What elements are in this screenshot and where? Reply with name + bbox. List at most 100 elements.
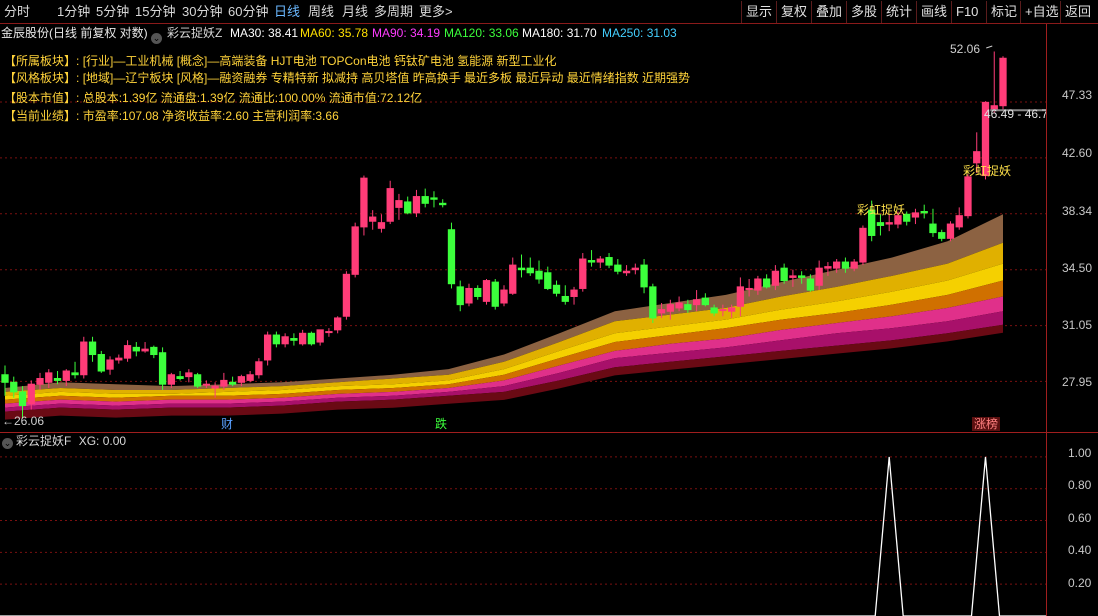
candle: [587, 250, 596, 267]
candle: [509, 257, 517, 295]
tab-fenshi[interactable]: 分时: [4, 0, 30, 24]
candle: [88, 336, 97, 362]
candle-body: [123, 345, 132, 359]
f10-button[interactable]: F10: [951, 1, 982, 23]
candle-body: [850, 261, 858, 269]
candle-body: [631, 267, 639, 271]
overlay-button[interactable]: 叠加: [811, 1, 846, 23]
draw-line-button[interactable]: 画线: [916, 1, 951, 23]
back-button[interactable]: 返回: [1060, 1, 1095, 23]
candle: [439, 199, 447, 208]
tab-monthly[interactable]: 月线: [342, 0, 368, 24]
candle-body: [885, 222, 893, 225]
tab-more[interactable]: 更多: [419, 0, 445, 24]
candle-body: [281, 336, 289, 345]
mark-button[interactable]: 标记: [986, 1, 1021, 23]
statistics-button[interactable]: 统计: [881, 1, 916, 23]
low-price-value: 26.06: [14, 414, 45, 428]
candle: [999, 56, 1007, 111]
candle-body: [237, 376, 246, 383]
candle-body: [780, 267, 788, 282]
candle-body: [474, 287, 482, 297]
candle-body: [325, 331, 333, 334]
candle-body: [71, 372, 79, 376]
candle-body: [211, 385, 219, 389]
tab-15min[interactable]: 15分钟: [135, 0, 175, 24]
candle: [404, 196, 412, 215]
sector-info-line: 【所属板块】: [行业]—工业机械 [概念]—高端装备 HJT电池 TOPCon…: [4, 53, 557, 69]
candle-body: [710, 307, 718, 314]
candle: [176, 371, 184, 381]
event-marker-drop[interactable]: 跌: [435, 417, 447, 431]
candle: [780, 263, 788, 284]
candle-body: [509, 264, 517, 294]
candle-body: [544, 272, 552, 289]
candle: [342, 271, 351, 320]
xg-signal-line: [0, 456, 1046, 616]
low-price-label: ←26.06: [2, 414, 45, 428]
candle-body: [526, 267, 534, 274]
candle-body: [272, 334, 281, 345]
candle: [596, 256, 604, 269]
candle-body: [841, 261, 850, 269]
candle: [97, 350, 105, 373]
ma90-label: MA90: 34.19: [372, 26, 441, 40]
tab-multi-period[interactable]: 多周期: [374, 0, 413, 24]
tab-daily[interactable]: 日线: [274, 0, 300, 24]
ma180-label: MA180: 31.70: [522, 26, 597, 40]
candle-body: [614, 264, 622, 272]
tab-5min[interactable]: 5分钟: [96, 0, 129, 24]
candle: [955, 207, 963, 230]
candle: [334, 316, 342, 334]
candle-body: [45, 372, 53, 383]
candle-body: [482, 280, 491, 302]
performance-key: 【当前业绩】:: [4, 109, 80, 123]
candle-body: [150, 346, 158, 356]
candle-body: [920, 211, 928, 214]
tab-30min[interactable]: 30分钟: [182, 0, 222, 24]
candle: [71, 361, 79, 379]
period-toolbar: 分时 1分钟 5分钟 15分钟 30分钟 60分钟 日线 周线 月线 多周期 更…: [0, 0, 1098, 24]
candle-body: [386, 188, 394, 222]
candle-body: [938, 232, 946, 239]
event-marker-finance[interactable]: 财: [221, 417, 233, 431]
tab-weekly[interactable]: 周线: [308, 0, 334, 24]
candle-body: [263, 334, 272, 361]
indicator-name[interactable]: 彩云捉妖Z: [167, 24, 222, 42]
sub-indicator-chart[interactable]: [0, 433, 1046, 616]
multi-stock-button[interactable]: 多股: [846, 1, 881, 23]
add-watchlist-button[interactable]: +自选: [1020, 1, 1063, 23]
candle: [351, 222, 359, 278]
candle-body: [929, 223, 937, 234]
sub-axis-tick: 0.80: [1068, 478, 1092, 492]
ma60-label: MA60: 35.78: [300, 26, 369, 40]
display-button[interactable]: 显示: [741, 1, 776, 23]
candle-body: [18, 391, 27, 407]
tab-1min[interactable]: 1分钟: [57, 0, 90, 24]
adjust-button[interactable]: 复权: [776, 1, 811, 23]
event-marker-limit-up-list[interactable]: 涨榜: [972, 417, 1001, 431]
candle-body: [964, 176, 972, 217]
candle-body: [596, 258, 604, 263]
candle-body: [640, 264, 648, 288]
candle-body: [465, 287, 473, 304]
candle-body: [797, 275, 806, 278]
sub-axis-tick: 1.00: [1068, 446, 1092, 460]
candle-body: [132, 346, 140, 352]
candle: [631, 263, 639, 275]
candle: [474, 285, 482, 300]
chevron-right-icon[interactable]: >: [445, 0, 453, 24]
tab-60min[interactable]: 60分钟: [228, 0, 268, 24]
candle-body: [342, 273, 351, 317]
candle: [762, 274, 771, 289]
candle-body: [290, 338, 298, 341]
performance-value: 市盈率:107.08 净资收益率:2.60 主营利润率:3.66: [82, 109, 339, 123]
candle: [421, 188, 429, 208]
candle: [150, 345, 158, 359]
candle-body: [176, 376, 184, 380]
candle-body: [789, 275, 797, 278]
candle-body: [88, 341, 97, 356]
candle-body: [36, 378, 44, 385]
candle-body: [62, 370, 70, 381]
candle: [920, 204, 928, 219]
